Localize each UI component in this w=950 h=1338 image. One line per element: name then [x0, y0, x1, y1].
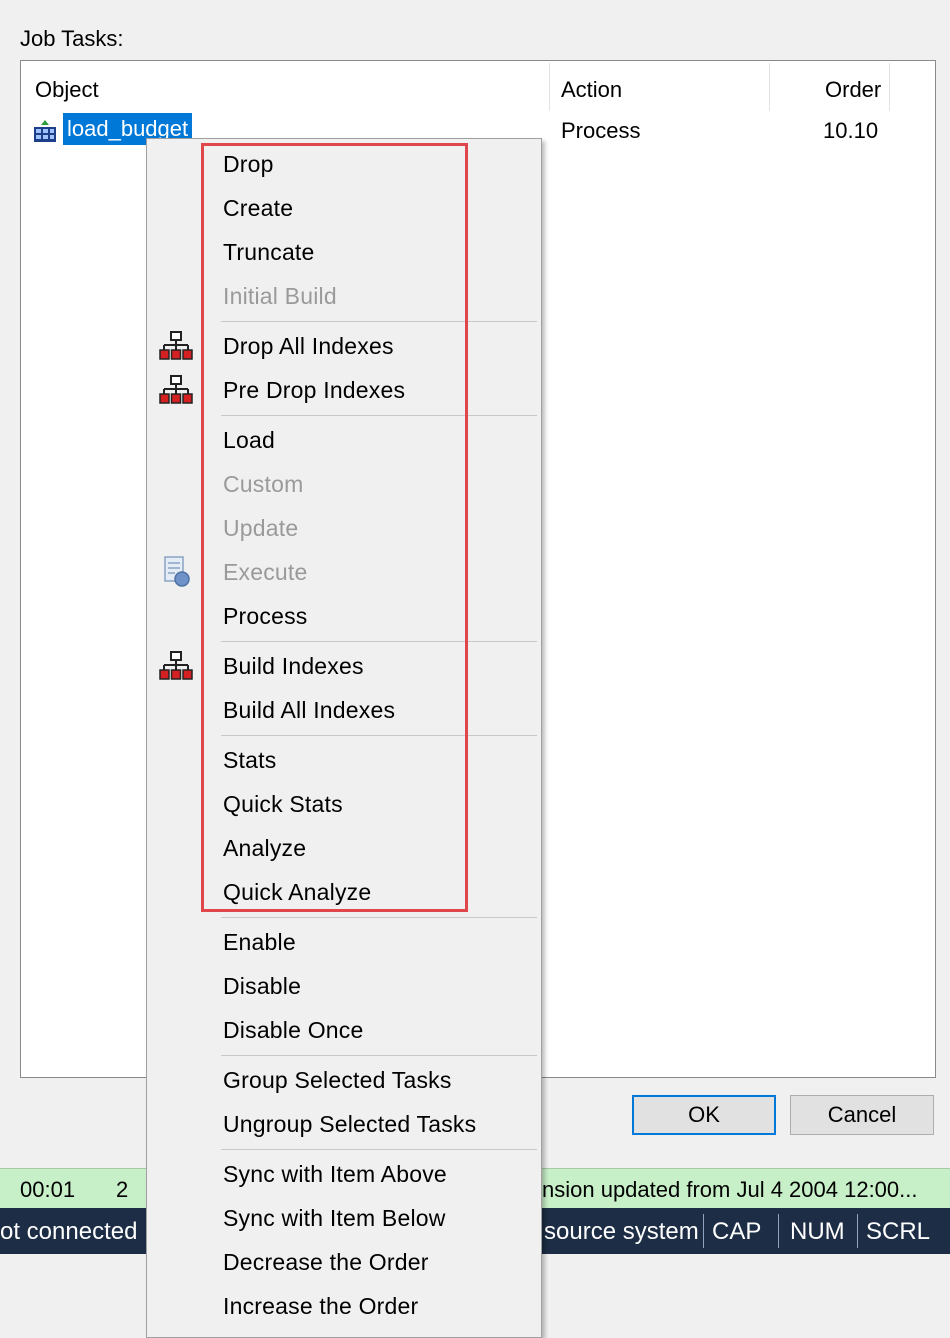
status-count: 2 — [116, 1177, 129, 1202]
column-divider[interactable] — [889, 63, 890, 111]
status-source-system: source system — [544, 1218, 699, 1245]
job-tasks-label: Job Tasks: — [20, 26, 124, 51]
menu-separator — [221, 1055, 537, 1056]
menu-item-build-all-indexes[interactable]: Build All Indexes — [223, 697, 395, 724]
menu-item-initial-build: Initial Build — [223, 283, 337, 309]
menu-item-drop[interactable]: Drop — [223, 151, 274, 178]
menu-separator — [221, 415, 537, 416]
cancel-button[interactable]: Cancel — [790, 1095, 934, 1135]
status-num: NUM — [790, 1218, 845, 1245]
menu-item-truncate[interactable]: Truncate — [223, 239, 315, 266]
status-divider — [778, 1214, 779, 1248]
menu-separator — [221, 321, 537, 322]
menu-item-pre-drop-indexes[interactable]: Pre Drop Indexes — [223, 377, 405, 404]
table-row-order[interactable]: 10.10 — [823, 118, 878, 144]
column-divider[interactable] — [769, 63, 770, 111]
column-divider[interactable] — [549, 63, 550, 111]
menu-item-increase-the-order[interactable]: Increase the Order — [223, 1293, 418, 1320]
menu-item-disable[interactable]: Disable — [223, 973, 301, 1000]
status-cap: CAP — [712, 1218, 762, 1245]
index-hierarchy-icon — [159, 649, 193, 683]
status-message: nsion updated from Jul 4 2004 12:00... — [542, 1177, 918, 1202]
menu-item-drop-all-indexes[interactable]: Drop All Indexes — [223, 333, 394, 360]
ok-button[interactable]: OK — [632, 1095, 776, 1135]
column-header-order[interactable]: Order — [825, 77, 881, 103]
menu-separator — [221, 641, 537, 642]
execute-document-icon — [159, 555, 193, 589]
menu-item-create[interactable]: Create — [223, 195, 293, 222]
status-divider — [703, 1214, 704, 1248]
status-scrl: SCRL — [866, 1218, 931, 1245]
menu-icon-gutter — [147, 139, 204, 1337]
menu-item-build-indexes[interactable]: Build Indexes — [223, 653, 364, 680]
index-hierarchy-icon — [159, 373, 193, 407]
menu-item-ungroup-selected-tasks[interactable]: Ungroup Selected Tasks — [223, 1111, 476, 1138]
menu-separator — [221, 917, 537, 918]
status-connection: ot connected — [0, 1218, 138, 1245]
menu-item-quick-analyze[interactable]: Quick Analyze — [223, 879, 371, 906]
table-object-icon — [33, 119, 57, 143]
menu-separator — [221, 1149, 537, 1150]
menu-item-disable-once[interactable]: Disable Once — [223, 1017, 363, 1044]
menu-item-update: Update — [223, 515, 299, 541]
menu-separator — [221, 735, 537, 736]
menu-item-process[interactable]: Process — [223, 603, 307, 630]
menu-item-analyze[interactable]: Analyze — [223, 835, 306, 862]
column-header-action[interactable]: Action — [561, 77, 622, 103]
menu-item-enable[interactable]: Enable — [223, 929, 296, 956]
status-time: 00:01 — [20, 1177, 76, 1202]
menu-item-load[interactable]: Load — [223, 427, 275, 454]
menu-item-quick-stats[interactable]: Quick Stats — [223, 791, 343, 818]
menu-panel — [203, 139, 541, 1337]
context-menu: Drop Create Truncate Initial Build Drop All … — [146, 138, 542, 1338]
menu-item-sync-with-item-below[interactable]: Sync with Item Below — [223, 1205, 446, 1232]
menu-item-execute: Execute — [223, 559, 308, 585]
table-row-action[interactable]: Process — [561, 118, 640, 144]
column-header-object[interactable]: Object — [35, 77, 99, 103]
menu-item-decrease-the-order[interactable]: Decrease the Order — [223, 1249, 429, 1276]
menu-item-group-selected-tasks[interactable]: Group Selected Tasks — [223, 1067, 452, 1094]
menu-item-stats[interactable]: Stats — [223, 747, 276, 774]
menu-item-sync-with-item-above[interactable]: Sync with Item Above — [223, 1161, 447, 1188]
index-hierarchy-icon — [159, 329, 193, 363]
status-divider — [857, 1214, 858, 1248]
menu-item-custom: Custom — [223, 471, 304, 497]
